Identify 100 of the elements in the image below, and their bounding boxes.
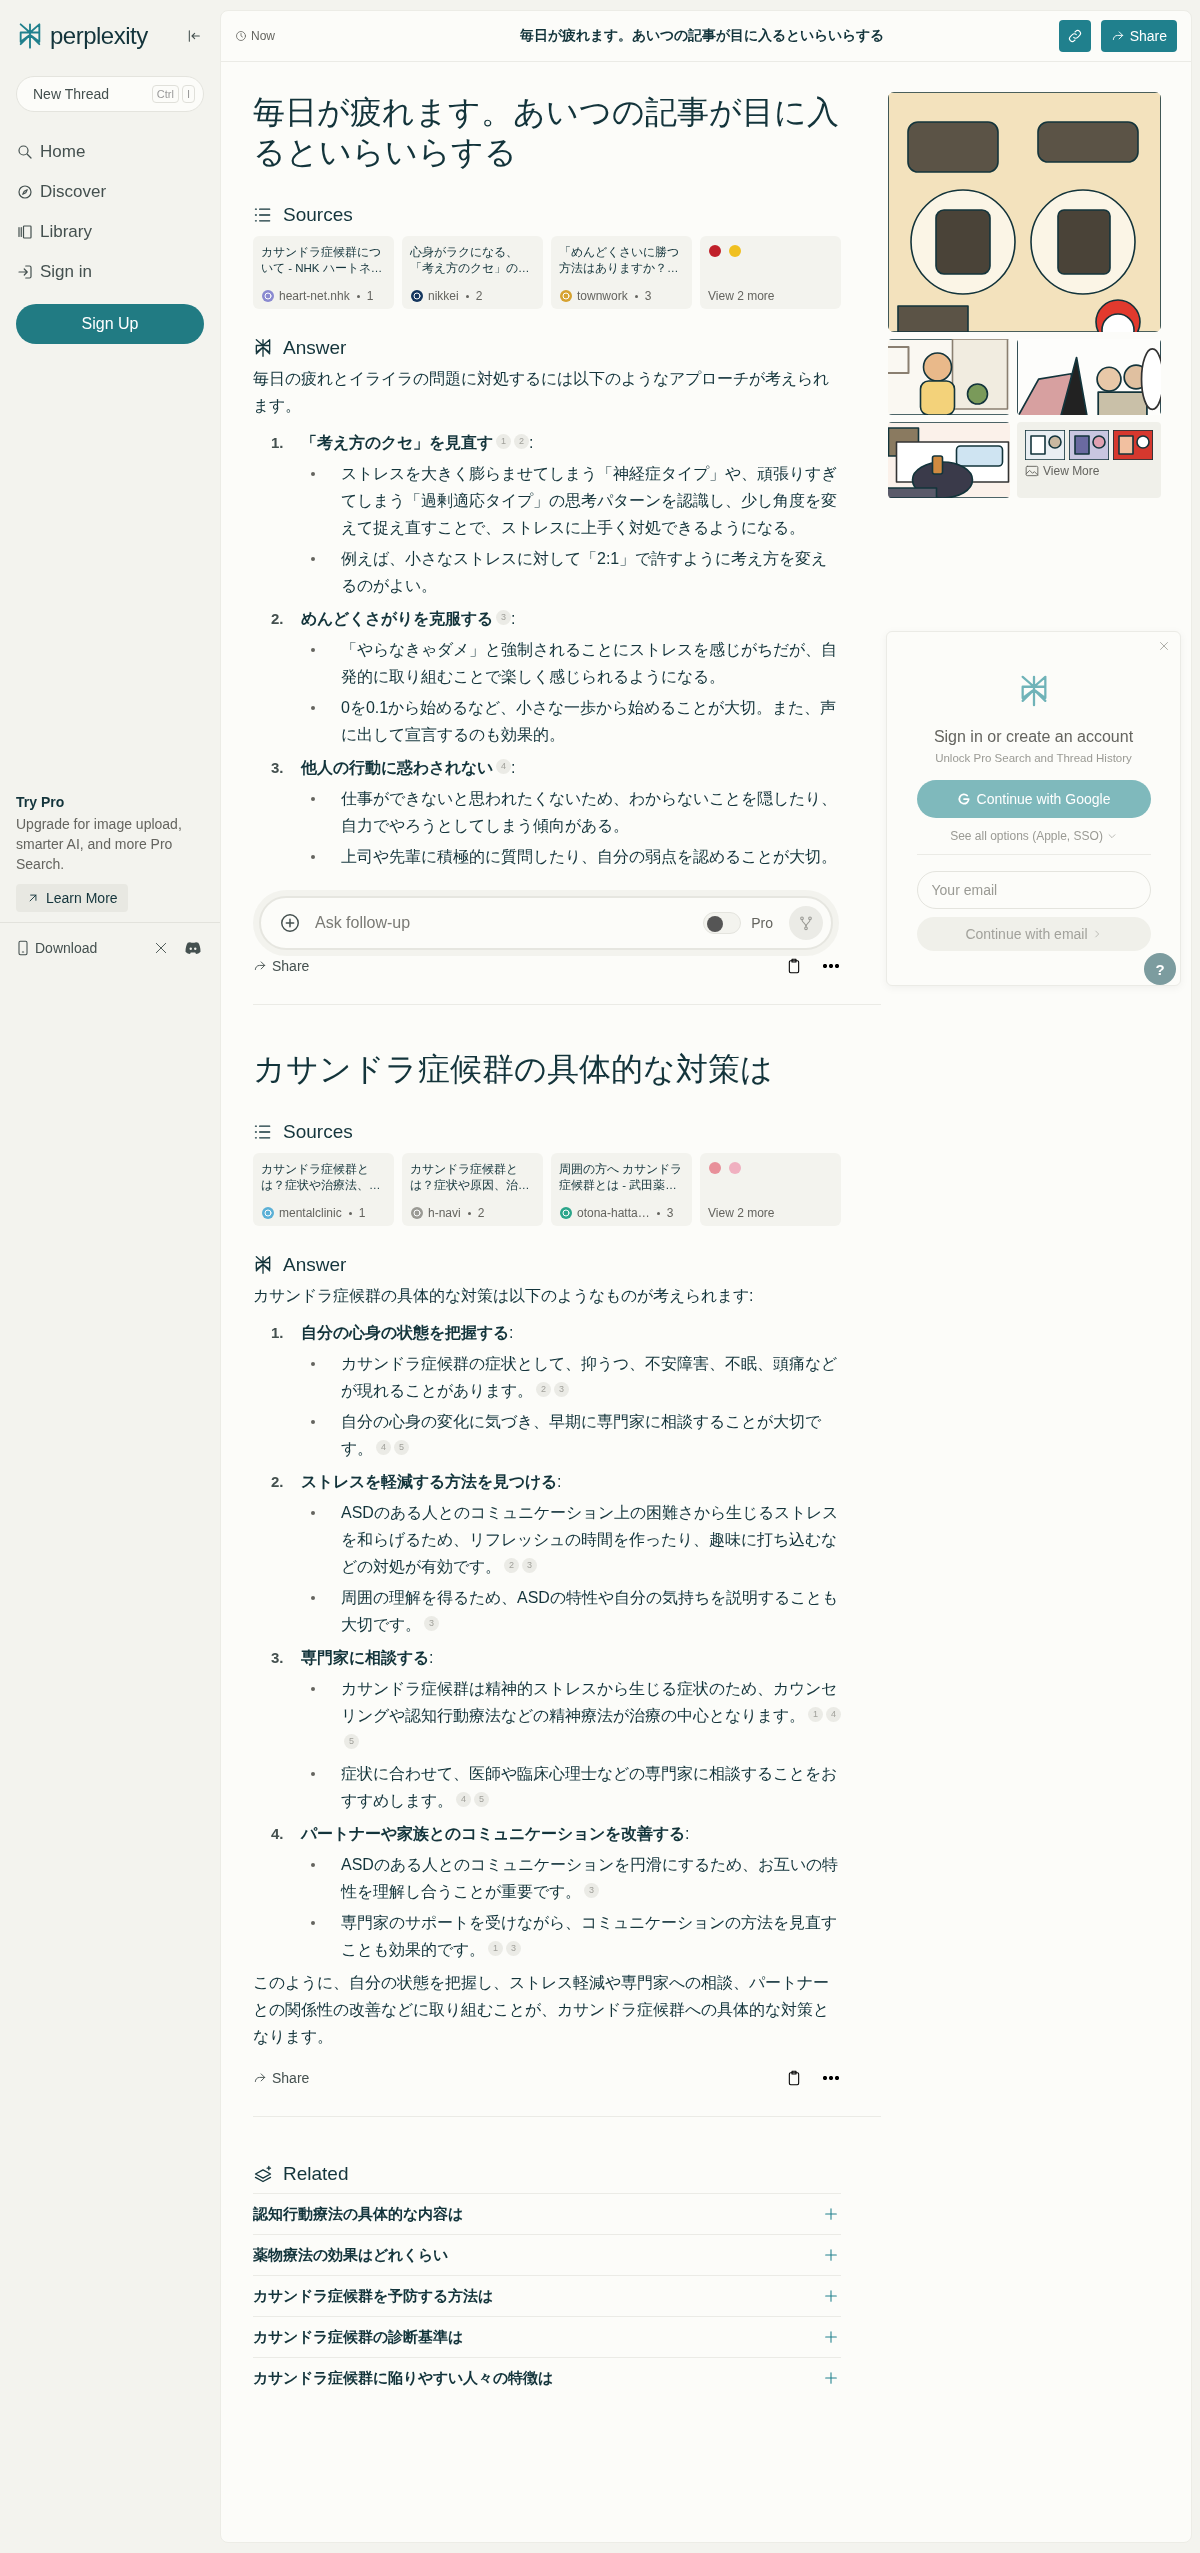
related-question[interactable]: 認知行動療法の具体的な内容は (253, 2204, 821, 2224)
new-thread-button[interactable]: New Thread Ctrl I (16, 76, 204, 112)
download-link[interactable]: Download (16, 940, 140, 956)
more-button[interactable] (821, 962, 841, 970)
sign-in-icon (16, 263, 34, 281)
list-heading: パートナーや家族とのコミュニケーションを改善する (301, 1825, 685, 1842)
learn-more-button[interactable]: Learn More (16, 884, 128, 912)
share-button[interactable]: Share (253, 958, 767, 974)
list-heading: めんどくさがりを克服する (301, 610, 493, 627)
source-number: 2 (475, 289, 483, 303)
bullet-icon (311, 1596, 315, 1600)
bullet-text: 周囲の理解を得るため、ASDの特性や自分の気持ちを説明することも大切です。 3 (341, 1588, 839, 1635)
clock-icon (235, 30, 247, 42)
source-domain: mentalclinic (279, 1206, 342, 1220)
phone-icon (16, 940, 30, 956)
email-input[interactable]: Your email (916, 871, 1151, 909)
bullet-text: 上司や先輩に積極的に質問したり、自分の弱点を認めることが大切。 (341, 847, 837, 867)
site-icon (261, 289, 275, 303)
more-icon (823, 964, 839, 968)
answer-paragraph: このように、自分の状態を把握し、ストレス軽減や専門家への相談、パートナーとの関係性の改善などに取り組むことが、カサンドラ症候群への具体的な対策となります。 (253, 1973, 830, 2047)
colon-text: : (529, 434, 534, 451)
colon-text: : (511, 610, 516, 627)
colon-text: : (557, 1473, 562, 1490)
list-number: 3. (270, 1648, 285, 1668)
source-title: カサンドラ症候群とは？症状や治療法、… (261, 1162, 382, 1193)
source-card[interactable]: 周囲の方へ カサンドラ症候群とは - 武田薬… otona-hatta… 3 (551, 1153, 692, 1226)
share-icon (253, 2071, 267, 2085)
related-question[interactable]: カサンドラ症候群の診断基準は (253, 2327, 821, 2347)
bullet-text: 例えば、小さなストレスに対して「2:1」で許すように考え方を変えるのがよい。 (341, 549, 829, 596)
bullet-icon (311, 1420, 315, 1424)
separator-dot (348, 1211, 352, 1215)
sign-in-subtitle: Unlock Pro Search and Thread History (935, 752, 1132, 764)
nav-link[interactable]: Library (16, 222, 204, 242)
source-title: 心身がラクになる、「考え方のクセ」の… (410, 245, 531, 276)
more-button[interactable] (821, 2074, 841, 2082)
view-more-card[interactable]: View 2 more (700, 236, 841, 309)
link-icon (1066, 28, 1083, 44)
source-domain: heart-net.nhk (279, 289, 350, 303)
colon-text: : (509, 1324, 514, 1341)
source-card[interactable]: カサンドラ症候群とは？症状や治療法、… mentalclinic 1 (253, 1153, 394, 1226)
bullet-text: カサンドラ症候群の症状として、抑うつ、不安障害、不眠、頭痛などが現れることがあります。 2 3 (341, 1354, 838, 1401)
bullet-icon (311, 1772, 315, 1776)
source-card[interactable]: カサンドラ症候群について - NHK ハートネ… heart-net.nhk 1 (253, 236, 394, 309)
chevron-down-icon (1106, 831, 1117, 841)
site-icon (261, 1206, 275, 1220)
source-card[interactable]: 「めんどくさいに勝つ方法はありますか？… townwork 3 (551, 236, 692, 309)
timestamp: Now (251, 29, 275, 43)
list-heading: ストレスを軽減する方法を見つける (301, 1473, 557, 1490)
collapse-icon (186, 28, 202, 44)
nav-link[interactable]: Discover (16, 182, 204, 202)
bullet-text: ASDのある人とのコミュニケーションを円滑にするため、お互いの特性を理解し合うことが重要です。 3 (341, 1855, 839, 1902)
nav-link[interactable]: Sign in (16, 262, 204, 282)
source-number: 3 (644, 289, 652, 303)
bullet-icon (311, 797, 315, 801)
share-button[interactable]: Share (253, 2070, 767, 2086)
branch-icon (798, 915, 814, 931)
site-icon (410, 289, 424, 303)
share-button[interactable]: Share (1100, 20, 1177, 52)
bullet-icon (311, 1687, 315, 1691)
brand-name: perplexity (50, 22, 149, 50)
separator-dot (656, 1211, 660, 1215)
source-card[interactable]: 心身がラクになる、「考え方のクセ」の… nikkei 2 (402, 236, 543, 309)
source-number: 1 (366, 289, 374, 303)
list-heading: 「考え方のクセ」を見直す (301, 434, 493, 451)
list-heading: 自分の心身の状態を把握する (301, 1324, 509, 1341)
source-card[interactable]: カサンドラ症候群とは？症状や原因、治… h-navi 2 (402, 1153, 543, 1226)
site-icon (728, 244, 742, 258)
related-question[interactable]: カサンドラ症候群を予防する方法は (253, 2286, 821, 2306)
view-more-card[interactable]: View 2 more (700, 1153, 841, 1226)
section-heading: Sources (283, 204, 353, 226)
bullet-text: 仕事ができないと思われたくないため、わからないことを隠したり、自力でやろうとしてしまう傾向がある。 (341, 789, 838, 836)
section-heading: Answer (283, 337, 347, 359)
bullet-icon (311, 1921, 315, 1925)
follow-up-input[interactable]: Ask follow-up (313, 913, 694, 933)
share-icon (1110, 29, 1125, 43)
related-question[interactable]: 薬物療法の効果はどれくらい (253, 2245, 821, 2265)
related-question[interactable]: カサンドラ症候群に陥りやすい人々の特徴は (253, 2368, 821, 2388)
sign-in-title: Sign in or create an account (933, 728, 1134, 746)
source-number: 1 (358, 1206, 366, 1220)
view-more-tile[interactable]: View More (1017, 422, 1161, 498)
question-heading: カサンドラ症候群の具体的な対策は (253, 1050, 774, 1089)
bullet-text: ストレスを大きく膨らませてしまう「神経症タイプ」や、頑張りすぎてしまう「過剰適応タイプ」の思考パターンを認識し、少し角度を変えて捉え直すことで、ストレスに上手く対処できるようになる。 (341, 464, 838, 538)
bullet-icon (311, 706, 315, 710)
colon-text: : (511, 759, 516, 776)
site-icon (559, 289, 573, 303)
section-heading: Answer (283, 1254, 347, 1276)
sign-up-button[interactable]: Sign Up (16, 304, 204, 344)
bullet-text: 0を0.1から始めるなど、小さな一歩から始めることが大切。また、声に出して宣言するのも効果的。 (341, 698, 838, 745)
compass-icon (16, 183, 34, 201)
colon-text: : (429, 1649, 434, 1666)
copy-link-button[interactable] (1058, 20, 1091, 52)
plus-circle-icon (279, 912, 301, 934)
pro-label: Pro (751, 915, 773, 931)
pro-toggle[interactable] (703, 912, 742, 934)
section-heading: Related (283, 2163, 349, 2185)
answer-paragraph: カサンドラ症候群の具体的な対策は以下のようなものが考えられます: (253, 1286, 755, 1306)
question-heading: 毎日が疲れます。あいつの記事が目に入るといらいらする (253, 93, 840, 172)
library-icon (16, 223, 34, 241)
nav-link[interactable]: Home (16, 142, 204, 162)
view-more-link[interactable]: View More (1025, 464, 1153, 478)
